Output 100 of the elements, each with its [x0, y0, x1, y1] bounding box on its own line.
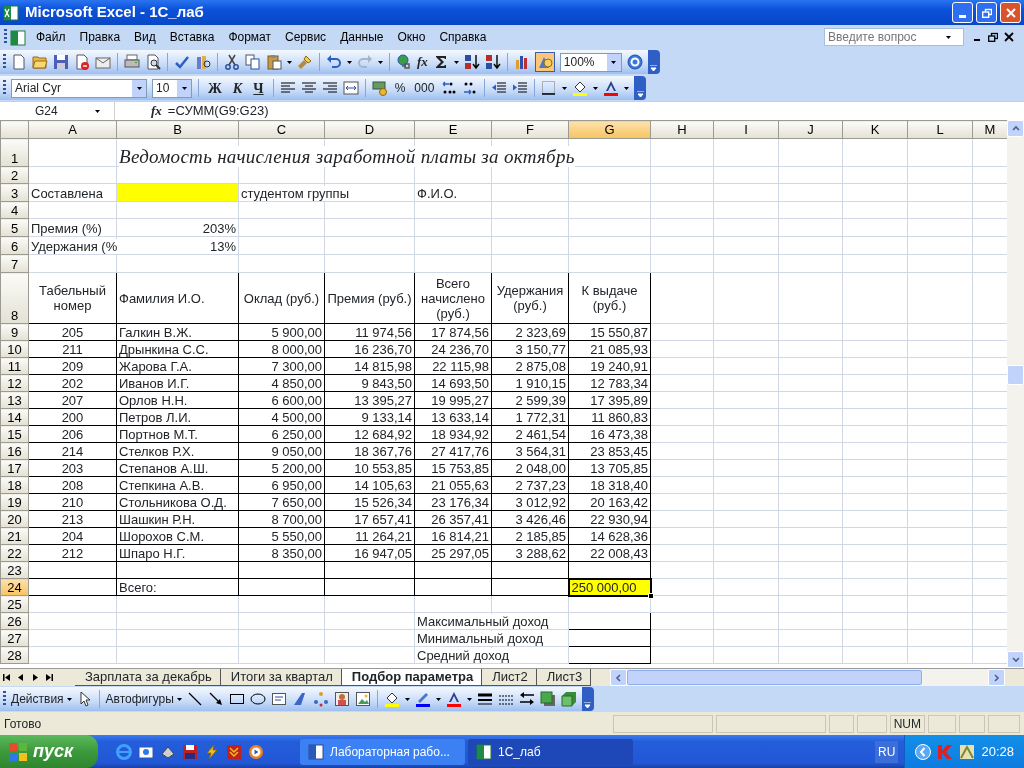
spell-check-icon[interactable]	[174, 54, 190, 70]
caret-icon[interactable]	[562, 86, 568, 90]
sheet-tab[interactable]: Итоги за квартал	[220, 669, 342, 686]
copy-icon[interactable]	[245, 54, 261, 70]
media-player-icon[interactable]	[248, 743, 264, 760]
cube-icon[interactable]	[560, 691, 577, 707]
mail-client-icon[interactable]	[138, 743, 154, 760]
caret-icon[interactable]	[593, 86, 599, 90]
selected-cell[interactable]: 250 000,00	[568, 578, 651, 596]
lightning-icon[interactable]	[204, 743, 220, 760]
printer-icon[interactable]	[124, 54, 140, 70]
scroll-up-button[interactable]	[1007, 120, 1024, 137]
scissors-icon[interactable]	[224, 54, 240, 70]
column-header[interactable]: J	[778, 120, 843, 139]
toolbar-options-icon[interactable]	[650, 65, 658, 71]
language-indicator[interactable]: RU	[875, 740, 899, 763]
column-header[interactable]: G	[568, 120, 651, 139]
clip-art-icon[interactable]	[333, 691, 350, 707]
toolbar-options-icon[interactable]	[584, 702, 592, 708]
italic-button[interactable]: К	[229, 77, 246, 99]
envelope-icon[interactable]	[95, 54, 111, 70]
caret-icon[interactable]	[176, 697, 182, 701]
restricted-document-icon[interactable]	[74, 54, 90, 70]
menu-item[interactable]: Правка	[72, 26, 128, 48]
caret-icon[interactable]	[466, 697, 472, 701]
close-button[interactable]	[1000, 2, 1021, 23]
shadow-icon[interactable]	[539, 691, 556, 707]
sheet-tab[interactable]: Лист3	[536, 669, 592, 686]
bordered-cell[interactable]	[568, 629, 651, 647]
fill-handle[interactable]	[647, 592, 654, 599]
first-sheet-icon[interactable]	[3, 673, 11, 682]
column-header[interactable]: A	[28, 120, 117, 139]
column-header[interactable]: E	[414, 120, 492, 139]
scroll-down-button[interactable]	[1007, 651, 1024, 668]
insert-image-icon[interactable]	[354, 691, 371, 707]
column-header[interactable]: C	[238, 120, 325, 139]
download-icon[interactable]	[226, 743, 242, 760]
row-header[interactable]: 8	[0, 272, 29, 324]
column-header[interactable]: I	[713, 120, 779, 139]
next-sheet-icon[interactable]	[31, 673, 39, 682]
decrease-indent-icon[interactable]	[491, 80, 508, 96]
align-center-icon[interactable]	[300, 80, 317, 96]
formula-field[interactable]: =СУММ(G9:G23)	[167, 101, 1024, 121]
font-color-icon[interactable]	[603, 80, 620, 96]
currency-icon[interactable]	[371, 80, 388, 96]
underline-button[interactable]: Ч	[250, 77, 267, 99]
font-size-combo[interactable]: 10	[152, 78, 192, 98]
column-header[interactable]: D	[324, 120, 415, 139]
last-sheet-icon[interactable]	[45, 673, 53, 682]
percent-style-button[interactable]: %	[392, 79, 408, 97]
new-document-icon[interactable]	[11, 54, 27, 70]
rectangle-icon[interactable]	[228, 691, 245, 707]
line-icon[interactable]	[186, 691, 203, 707]
insert-function-button[interactable]: fx	[417, 52, 428, 72]
increase-decimal-icon[interactable]	[441, 80, 458, 96]
thousands-style-button[interactable]: 000	[412, 79, 437, 97]
zoom-combo[interactable]: 100%	[559, 52, 622, 72]
bold-button[interactable]: Ж	[205, 77, 225, 99]
menu-item[interactable]: Данные	[333, 26, 391, 48]
scrollbar-thumb[interactable]	[627, 670, 922, 685]
globe-link-icon[interactable]	[396, 54, 412, 70]
font-color-icon[interactable]	[445, 691, 462, 707]
column-header[interactable]: K	[842, 120, 908, 139]
help-icon[interactable]	[626, 54, 643, 70]
bordered-cell[interactable]	[568, 612, 651, 630]
caret-icon[interactable]	[378, 60, 383, 64]
caret-icon[interactable]	[66, 697, 72, 701]
column-header[interactable]: M	[972, 120, 1007, 139]
oval-icon[interactable]	[249, 691, 266, 707]
diagram-icon[interactable]	[312, 691, 329, 707]
caret-icon[interactable]	[181, 86, 187, 90]
borders-icon[interactable]	[541, 80, 558, 96]
caret-icon[interactable]	[624, 86, 630, 90]
align-left-icon[interactable]	[279, 80, 296, 96]
scroll-right-button[interactable]	[988, 669, 1005, 686]
caret-icon[interactable]	[946, 35, 951, 39]
sheet-tab[interactable]: Подбор параметра	[341, 669, 483, 686]
bordered-cell[interactable]	[568, 646, 651, 664]
menu-item[interactable]: Формат	[221, 26, 279, 48]
clipboard-icon[interactable]	[266, 54, 282, 70]
arrow-style-icon[interactable]	[518, 691, 535, 707]
column-header[interactable]: F	[491, 120, 569, 139]
caret-icon[interactable]	[435, 697, 441, 701]
print-preview-icon[interactable]	[145, 54, 161, 70]
taskbar-button[interactable]: Лабораторная рабо...	[300, 738, 465, 765]
menu-item[interactable]: Окно	[390, 26, 433, 48]
line-color-icon[interactable]	[414, 691, 431, 707]
caret-icon[interactable]	[95, 109, 100, 113]
font-combo[interactable]: Arial Cyr	[11, 78, 147, 98]
column-header[interactable]: H	[650, 120, 714, 139]
caret-icon[interactable]	[453, 60, 459, 64]
increase-indent-icon[interactable]	[512, 80, 529, 96]
caret-icon[interactable]	[611, 60, 617, 64]
previous-sheet-icon[interactable]	[17, 673, 25, 682]
align-right-icon[interactable]	[321, 80, 338, 96]
menu-item[interactable]: Сервис	[278, 26, 334, 48]
sheet-tab[interactable]: Лист2	[482, 669, 537, 686]
sort-descending-icon[interactable]	[484, 54, 501, 70]
books-icon[interactable]	[195, 54, 211, 70]
select-all-corner[interactable]	[0, 120, 29, 139]
